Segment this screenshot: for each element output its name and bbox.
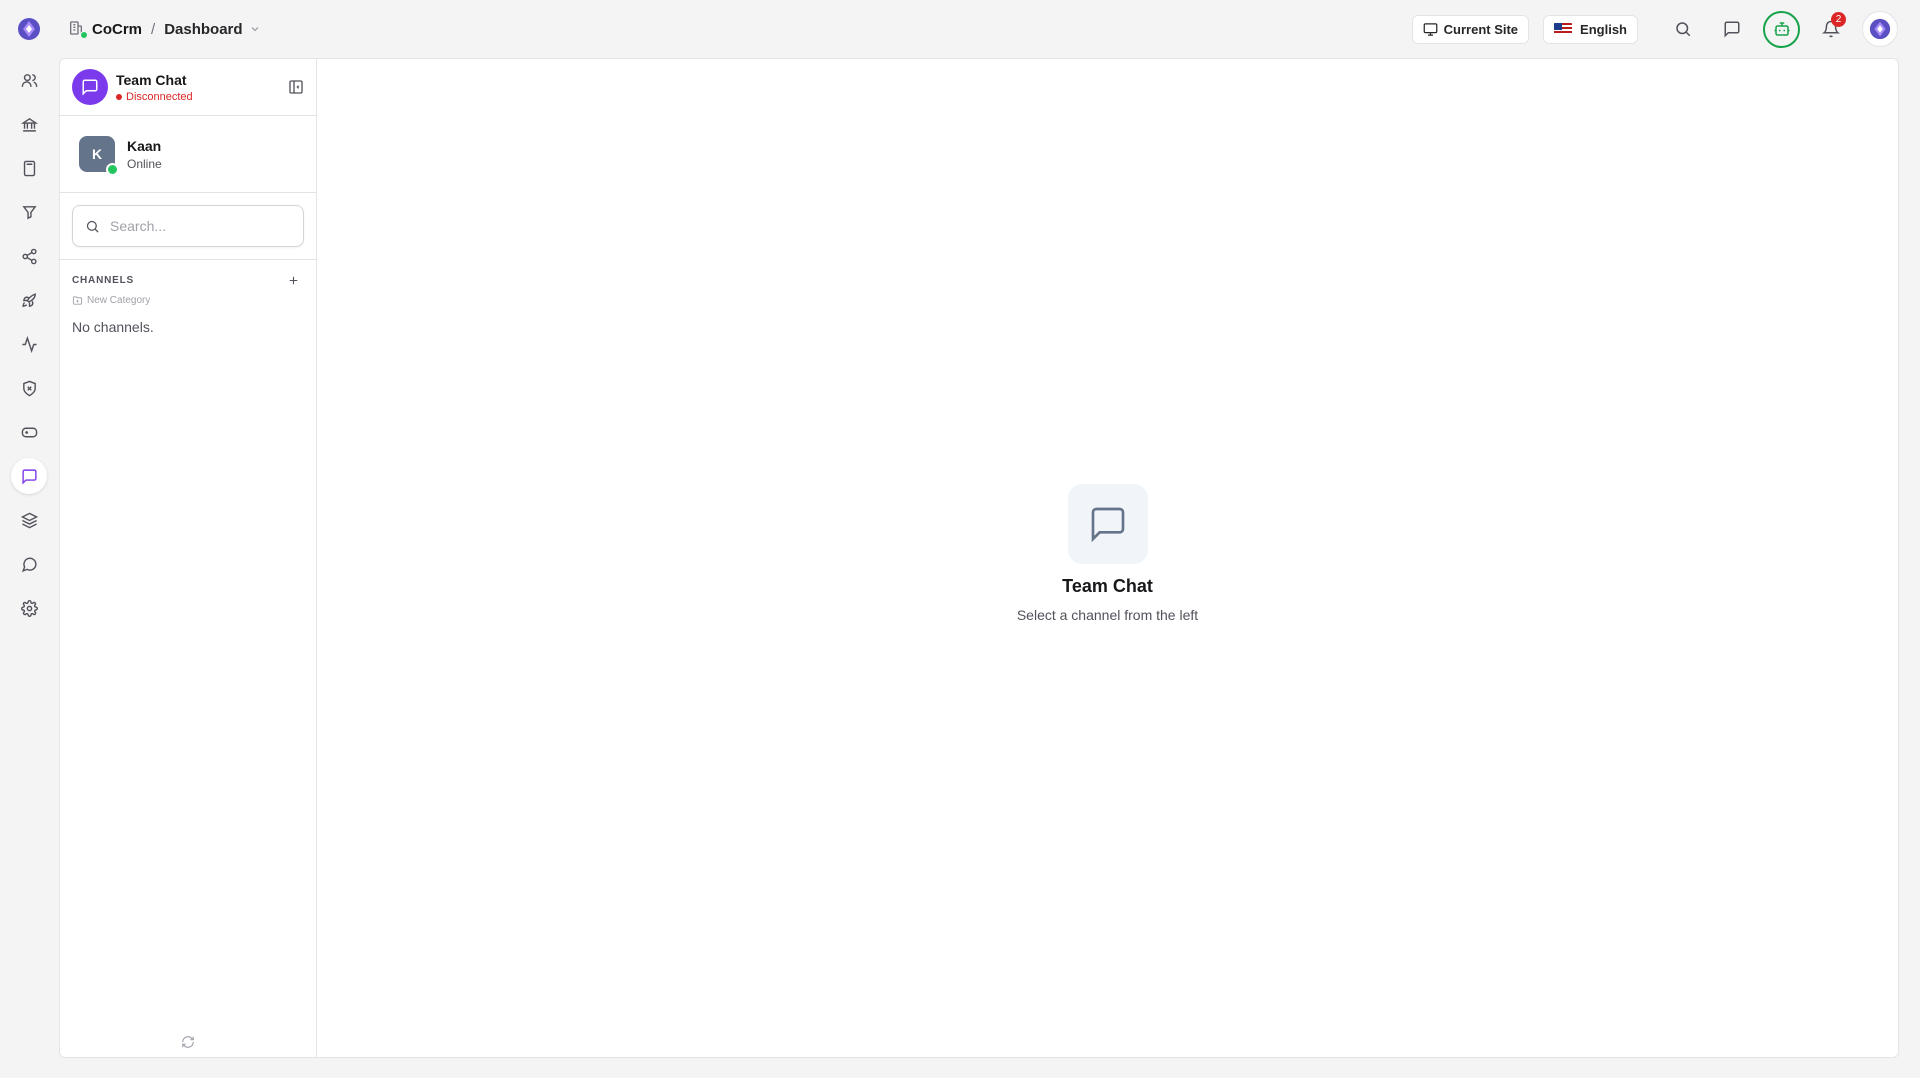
breadcrumb-app[interactable]: CoCrm bbox=[92, 21, 142, 38]
connection-status-label: Disconnected bbox=[126, 90, 193, 103]
breadcrumb-page[interactable]: Dashboard bbox=[164, 21, 242, 38]
channels-heading: CHANNELS bbox=[72, 275, 134, 286]
new-category-button[interactable]: New Category bbox=[72, 295, 304, 306]
empty-state-title: Team Chat bbox=[1062, 576, 1153, 596]
chat-title: Team Chat bbox=[116, 71, 187, 88]
chat-sidebar: Team Chat Disconnected K Kaan Online Sea… bbox=[60, 59, 317, 1057]
chat-content: Team Chat Select a channel from the left bbox=[317, 59, 1898, 1057]
refresh-icon bbox=[181, 1035, 195, 1049]
folder-plus-icon bbox=[72, 295, 87, 306]
notification-badge: 2 bbox=[1831, 12, 1846, 27]
rail-layers-icon[interactable] bbox=[11, 502, 47, 538]
connection-status: Disconnected bbox=[116, 91, 193, 103]
left-rail bbox=[0, 0, 58, 1078]
user-avatar[interactable] bbox=[1862, 11, 1898, 47]
rail-message-circle-icon[interactable] bbox=[11, 546, 47, 582]
site-status-dot bbox=[80, 31, 88, 39]
rail-activity-icon[interactable] bbox=[11, 326, 47, 362]
main-panel: Team Chat Disconnected K Kaan Online Sea… bbox=[59, 58, 1899, 1058]
rail-calculator-icon[interactable] bbox=[11, 150, 47, 186]
building-icon bbox=[68, 20, 88, 39]
no-channels-text: No channels. bbox=[72, 319, 154, 335]
search-button[interactable] bbox=[1665, 11, 1701, 47]
search-field[interactable] bbox=[72, 205, 304, 247]
rail-share-icon[interactable] bbox=[11, 238, 47, 274]
user-name: Kaan bbox=[127, 137, 162, 154]
rail-settings-icon[interactable] bbox=[11, 590, 47, 626]
bot-icon bbox=[1773, 20, 1791, 38]
empty-state: Team Chat Select a channel from the left bbox=[317, 484, 1898, 623]
notifications-button[interactable]: 2 bbox=[1813, 11, 1849, 47]
collapse-sidebar-button[interactable] bbox=[288, 79, 304, 95]
current-user[interactable]: K Kaan Online bbox=[60, 116, 316, 193]
ai-assistant-button[interactable] bbox=[1763, 10, 1800, 48]
language-selector[interactable]: English bbox=[1543, 14, 1638, 44]
messages-button[interactable] bbox=[1714, 11, 1750, 47]
search-icon bbox=[85, 219, 100, 234]
language-label: English bbox=[1580, 21, 1627, 37]
breadcrumb-separator: / bbox=[151, 20, 156, 38]
avatar-initial: K bbox=[91, 146, 103, 162]
rail-shield-x-icon[interactable] bbox=[11, 370, 47, 406]
rail-gamepad-icon[interactable] bbox=[11, 414, 47, 450]
top-bar: CoCrm / Dashboard Current Site English 2 bbox=[58, 0, 1920, 58]
status-dot bbox=[116, 93, 122, 100]
empty-state-subtitle: Select a channel from the left bbox=[1016, 607, 1199, 623]
panel-collapse-icon bbox=[288, 79, 304, 95]
search-icon bbox=[1674, 20, 1692, 38]
team-chat-icon bbox=[72, 69, 108, 105]
current-site-label: Current Site bbox=[1443, 21, 1519, 37]
online-indicator bbox=[106, 163, 119, 176]
refresh-button[interactable] bbox=[181, 1035, 195, 1049]
rail-team-chat-icon[interactable] bbox=[11, 458, 47, 494]
add-channel-button[interactable] bbox=[287, 274, 300, 287]
chat-sidebar-header: Team Chat Disconnected bbox=[60, 59, 316, 116]
message-square-icon bbox=[1723, 20, 1741, 38]
us-flag-icon bbox=[1554, 23, 1573, 35]
current-site-button[interactable]: Current Site bbox=[1411, 14, 1530, 44]
search-input[interactable] bbox=[110, 218, 291, 234]
rail-filter-icon[interactable] bbox=[11, 194, 47, 230]
user-avatar-initial: K bbox=[79, 136, 119, 176]
rail-rocket-icon[interactable] bbox=[11, 282, 47, 318]
monitor-icon bbox=[1423, 22, 1444, 37]
new-category-label: New Category bbox=[87, 295, 151, 306]
search-section bbox=[60, 193, 316, 260]
rail-users-icon[interactable] bbox=[11, 62, 47, 98]
rail-bank-icon[interactable] bbox=[11, 106, 47, 142]
breadcrumb: CoCrm / Dashboard bbox=[68, 20, 261, 39]
channels-section: CHANNELS New Category No channels. bbox=[60, 260, 316, 335]
user-status: Online bbox=[127, 156, 162, 171]
message-square-icon bbox=[1067, 484, 1148, 564]
cocrm-logo[interactable] bbox=[16, 16, 42, 42]
chevron-down-icon[interactable] bbox=[249, 23, 261, 35]
